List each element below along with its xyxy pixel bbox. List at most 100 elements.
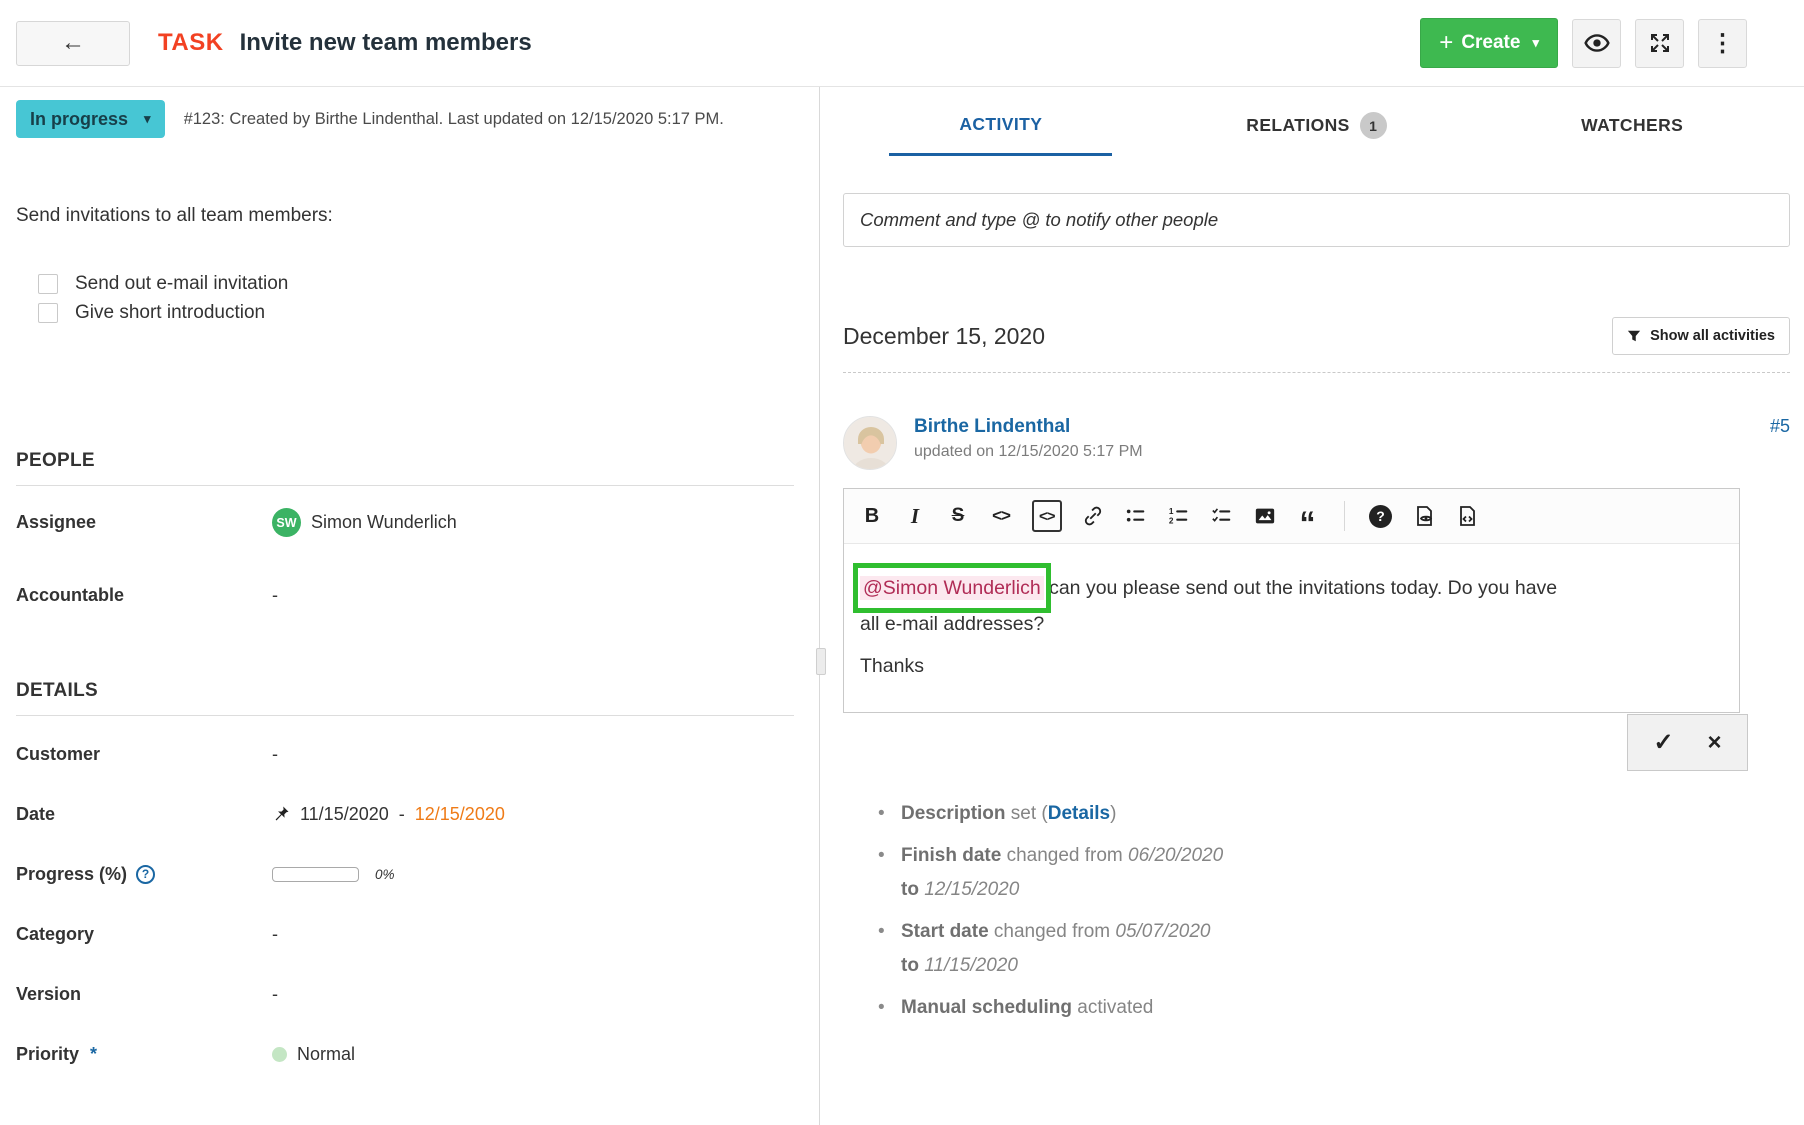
split-view: In progress ▾ #123: Created by Birthe Li… bbox=[0, 87, 1804, 1125]
comment-text: Thanks bbox=[860, 655, 924, 677]
customer-row: Customer - bbox=[16, 724, 794, 784]
task-list-icon bbox=[1211, 505, 1233, 527]
change-to-value: 12/15/2020 bbox=[924, 879, 1019, 900]
page-title: Invite new team members bbox=[240, 29, 1421, 57]
help-icon: ? bbox=[1369, 505, 1392, 528]
activity-author-block: Birthe Lindenthal updated on 12/15/2020 … bbox=[914, 416, 1770, 461]
checkbox-unchecked[interactable] bbox=[38, 274, 58, 294]
activity-panel: ACTIVITY RELATIONS 1 WATCHERS Comment an… bbox=[820, 87, 1804, 1125]
change-item: Description set (Details) bbox=[878, 797, 1790, 831]
numbered-list-button[interactable]: 1 2 bbox=[1167, 500, 1191, 532]
progress-label-text: Progress (%) bbox=[16, 864, 127, 885]
back-arrow-icon: ← bbox=[61, 29, 85, 57]
task-list-button[interactable] bbox=[1210, 500, 1234, 532]
category-label: Category bbox=[16, 924, 272, 945]
change-item: Manual scheduling activated bbox=[878, 991, 1790, 1025]
author-name-link[interactable]: Birthe Lindenthal bbox=[914, 416, 1770, 438]
activity-number-link[interactable]: #5 bbox=[1770, 416, 1790, 437]
description-checklist: Send out e-mail invitation Give short in… bbox=[16, 273, 794, 324]
create-button[interactable]: + Create ▾ bbox=[1420, 18, 1558, 68]
numbered-list-icon: 1 2 bbox=[1168, 505, 1190, 527]
version-value[interactable]: - bbox=[272, 984, 794, 1005]
status-row: In progress ▾ #123: Created by Birthe Li… bbox=[16, 100, 794, 138]
italic-button[interactable]: I bbox=[903, 500, 927, 532]
tab-bar: ACTIVITY RELATIONS 1 WATCHERS bbox=[843, 98, 1790, 156]
activity-entry-header: Birthe Lindenthal updated on 12/15/2020 … bbox=[843, 416, 1790, 470]
assignee-row: Assignee SW Simon Wunderlich bbox=[16, 486, 794, 559]
tab-watchers[interactable]: WATCHERS bbox=[1474, 98, 1790, 156]
bulleted-list-button[interactable] bbox=[1124, 500, 1148, 532]
more-menu-button[interactable]: ⋮ bbox=[1698, 19, 1747, 68]
priority-row: Priority * Normal bbox=[16, 1024, 794, 1084]
watch-button[interactable] bbox=[1572, 19, 1621, 68]
description-text[interactable]: Send invitations to all team members: bbox=[16, 205, 794, 227]
version-label: Version bbox=[16, 984, 272, 1005]
checklist-item[interactable]: Send out e-mail invitation bbox=[38, 273, 794, 295]
category-value[interactable]: - bbox=[272, 924, 794, 945]
work-package-type: TASK bbox=[158, 29, 224, 57]
work-package-meta: #123: Created by Birthe Lindenthal. Last… bbox=[184, 110, 724, 129]
priority-dot-icon bbox=[272, 1047, 287, 1062]
kebab-icon: ⋮ bbox=[1711, 29, 1735, 58]
comment-text: can you please send out the invitations … bbox=[1044, 577, 1557, 599]
version-row: Version - bbox=[16, 964, 794, 1024]
date-value[interactable]: 11/15/2020 - 12/15/2020 bbox=[272, 804, 794, 825]
activity-date-heading: December 15, 2020 bbox=[843, 323, 1045, 350]
check-icon: ✓ bbox=[1653, 729, 1673, 756]
tab-activity[interactable]: ACTIVITY bbox=[843, 98, 1159, 156]
accountable-value[interactable]: - bbox=[272, 585, 794, 606]
customer-value[interactable]: - bbox=[272, 744, 794, 765]
avatar: SW bbox=[272, 508, 301, 537]
change-field: Finish date bbox=[901, 845, 1001, 866]
tab-activity-label: ACTIVITY bbox=[959, 114, 1042, 135]
eye-icon bbox=[1584, 30, 1610, 56]
cancel-comment-button[interactable]: × bbox=[1708, 731, 1722, 755]
insert-image-button[interactable] bbox=[1253, 500, 1277, 532]
svg-text:2: 2 bbox=[1168, 516, 1173, 525]
preview-button[interactable] bbox=[1412, 500, 1436, 532]
user-mention[interactable]: @Simon Wunderlich bbox=[860, 576, 1044, 600]
progress-label: Progress (%) ? bbox=[16, 864, 272, 885]
show-all-activities-button[interactable]: Show all activities bbox=[1612, 317, 1790, 355]
code-block-button[interactable]: <> bbox=[1032, 500, 1062, 532]
checkbox-unchecked[interactable] bbox=[38, 303, 58, 323]
document-preview-icon bbox=[1412, 504, 1436, 528]
comment-paragraph: @Simon Wunderlich can you please send ou… bbox=[860, 570, 1723, 642]
comment-text: all e-mail addresses? bbox=[860, 613, 1044, 635]
help-icon[interactable]: ? bbox=[136, 865, 155, 884]
editor-content[interactable]: @Simon Wunderlich can you please send ou… bbox=[844, 544, 1739, 712]
link-button[interactable] bbox=[1081, 500, 1105, 532]
chevron-down-icon: ▾ bbox=[144, 111, 151, 127]
back-button[interactable]: ← bbox=[16, 21, 130, 66]
panel-resize-handle[interactable] bbox=[816, 648, 826, 675]
inline-code-button[interactable]: <> bbox=[989, 500, 1013, 532]
markdown-source-button[interactable] bbox=[1455, 500, 1479, 532]
bold-button[interactable]: B bbox=[860, 500, 884, 532]
assignee-value[interactable]: SW Simon Wunderlich bbox=[272, 508, 794, 537]
link-icon bbox=[1082, 505, 1104, 527]
checklist-item[interactable]: Give short introduction bbox=[38, 302, 794, 324]
status-dropdown[interactable]: In progress ▾ bbox=[16, 100, 165, 138]
new-comment-input[interactable]: Comment and type @ to notify other peopl… bbox=[843, 193, 1790, 247]
block-quote-button[interactable]: “ bbox=[1296, 500, 1320, 532]
checklist-item-label: Give short introduction bbox=[75, 302, 265, 324]
help-button[interactable]: ? bbox=[1369, 500, 1393, 532]
toolbar-actions: + Create ▾ ⋮ bbox=[1420, 18, 1747, 68]
user-avatar-photo bbox=[843, 416, 897, 470]
plus-icon: + bbox=[1439, 31, 1453, 55]
change-to-value: 11/15/2020 bbox=[924, 955, 1018, 976]
change-field: Manual scheduling bbox=[901, 997, 1072, 1018]
strikethrough-button[interactable]: S bbox=[946, 500, 970, 532]
people-section-heading: PEOPLE bbox=[16, 450, 794, 472]
pin-icon bbox=[272, 805, 290, 823]
rich-text-editor: B I S <> <> bbox=[843, 488, 1740, 713]
details-link[interactable]: Details bbox=[1048, 803, 1110, 824]
tab-relations-label: RELATIONS bbox=[1246, 115, 1349, 136]
priority-value[interactable]: Normal bbox=[272, 1044, 794, 1065]
required-asterisk: * bbox=[90, 1044, 97, 1065]
progress-value[interactable]: 0% bbox=[272, 867, 794, 882]
save-comment-button[interactable]: ✓ bbox=[1653, 731, 1673, 755]
change-action: changed from bbox=[989, 921, 1116, 942]
tab-relations[interactable]: RELATIONS 1 bbox=[1159, 98, 1475, 156]
fullscreen-button[interactable] bbox=[1635, 19, 1684, 68]
